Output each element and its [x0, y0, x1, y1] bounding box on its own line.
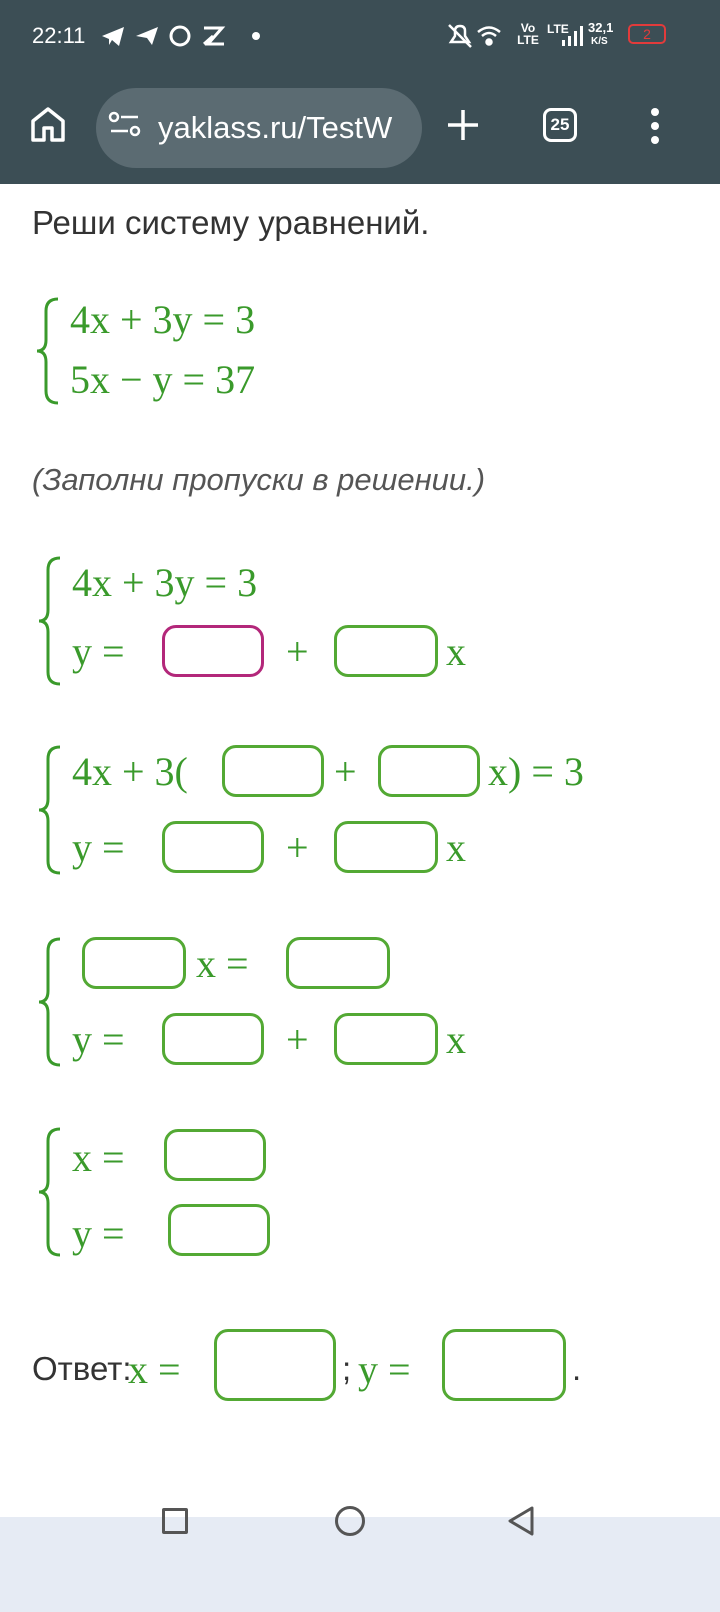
- step2-x: x: [446, 825, 466, 870]
- battery-level: 2: [643, 26, 651, 42]
- messenger-icon: [169, 25, 191, 47]
- step3-y-const-input[interactable]: [162, 1013, 264, 1065]
- answer-separator: ;: [342, 1350, 352, 1387]
- answer-y-eq: y =: [358, 1347, 411, 1392]
- home-icon[interactable]: [28, 104, 68, 144]
- recents-icon[interactable]: [162, 1508, 188, 1534]
- step3-plus: +: [286, 1017, 309, 1062]
- answer-end: .: [572, 1350, 582, 1387]
- status-icons-left: [448, 24, 501, 48]
- network-label: Vo LTE: [517, 21, 539, 47]
- step2-plus2: +: [286, 825, 309, 870]
- step2-plus: +: [334, 749, 357, 794]
- step3-y-coef-input[interactable]: [334, 1013, 438, 1065]
- step2-y-coef-input[interactable]: [334, 821, 438, 873]
- step2-const-input[interactable]: [222, 745, 324, 797]
- dot-icon: [252, 32, 260, 40]
- system-eq2: 5x − y = 37: [70, 357, 256, 402]
- answer-x-input[interactable]: [214, 1329, 336, 1401]
- answer-y-input[interactable]: [442, 1329, 566, 1401]
- step2-y-const-input[interactable]: [162, 821, 264, 873]
- step2-coef-input[interactable]: [378, 745, 480, 797]
- step1-brace: [38, 556, 61, 686]
- step1-y-label: y =: [72, 629, 125, 674]
- step2-y-label: y =: [72, 825, 125, 870]
- telegram-icon: [102, 27, 124, 46]
- mute-icon: [448, 24, 472, 48]
- step3-rhs-input[interactable]: [286, 937, 390, 989]
- step1-x: x: [446, 629, 466, 674]
- site-settings-icon[interactable]: [108, 110, 142, 140]
- url-text[interactable]: yaklass.ru/TestW: [158, 110, 408, 146]
- step1-y-const-input[interactable]: [162, 625, 264, 677]
- status-time: 22:11: [32, 23, 86, 48]
- step1-eq1: 4x + 3y = 3: [72, 560, 258, 605]
- step2-eq1-left: 4x + 3(: [72, 749, 188, 794]
- notification-icons: [102, 25, 260, 47]
- speed-unit: K/S: [591, 36, 608, 47]
- step4-y-eq: y =: [72, 1211, 125, 1256]
- send-icon: [136, 27, 158, 45]
- question-text: Реши систему уравнений.: [32, 204, 430, 241]
- answer-label: Ответ:: [32, 1350, 132, 1387]
- hint-text: (Заполни пропуски в решении.): [32, 462, 486, 497]
- step3-y-label: y =: [72, 1017, 125, 1062]
- wifi-icon: [477, 26, 501, 46]
- more-menu-icon[interactable]: [648, 106, 662, 146]
- step4-x-input[interactable]: [164, 1129, 266, 1181]
- system-eq1: 4x + 3y = 3: [70, 297, 256, 342]
- speed-value: 32,1: [588, 20, 614, 35]
- signal-icon: [562, 26, 583, 46]
- back-icon[interactable]: [506, 1505, 536, 1537]
- step3-x: x: [446, 1017, 466, 1062]
- step2-eq1-right: x) = 3: [488, 749, 584, 794]
- app-icon: [203, 26, 226, 46]
- home-nav-icon[interactable]: [335, 1506, 365, 1536]
- step4-x-eq: x =: [72, 1135, 125, 1180]
- step2-brace: [38, 745, 61, 875]
- step3-coef-input[interactable]: [82, 937, 186, 989]
- system-brace: [36, 297, 59, 405]
- tab-switcher-button[interactable]: 25: [543, 108, 577, 142]
- step1-plus: +: [286, 629, 309, 674]
- answer-x-eq: x =: [128, 1347, 181, 1392]
- new-tab-icon[interactable]: [446, 108, 480, 142]
- step3-x-eq: x =: [196, 941, 249, 986]
- step3-brace: [38, 937, 61, 1067]
- step1-y-coef-input[interactable]: [334, 625, 438, 677]
- step4-brace: [38, 1127, 61, 1257]
- step4-y-input[interactable]: [168, 1204, 270, 1256]
